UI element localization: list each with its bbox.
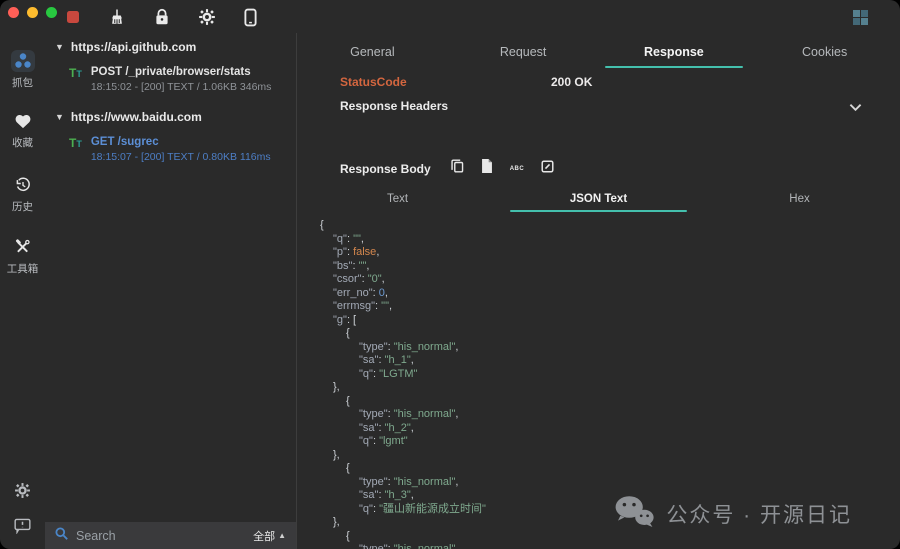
status-code-label: StatusCode	[340, 75, 407, 89]
chevron-down-icon[interactable]	[849, 99, 862, 117]
sidebar-item-favorites[interactable]: 收藏	[11, 110, 35, 150]
capture-dots-icon	[11, 50, 35, 72]
layout-grid-icon[interactable]	[853, 10, 868, 25]
left-rail: 抓包 收藏 历史	[0, 33, 45, 549]
toolbox-hammer-wrench-icon	[11, 236, 35, 258]
copy-icon[interactable]	[451, 159, 464, 178]
watermark: 公众号 · 开源日记	[614, 495, 852, 533]
sidebar-item-toolbox[interactable]: 工具箱	[7, 236, 39, 276]
document-icon[interactable]	[481, 159, 493, 178]
sidebar-item-capture[interactable]: 抓包	[11, 50, 35, 90]
app-window: 抓包 收藏 历史	[0, 0, 900, 549]
request-title: GET /sugrec	[91, 136, 271, 148]
request-group-header[interactable]: ▼ https://www.baidu.com	[45, 103, 296, 130]
stop-capture-button[interactable]	[67, 11, 79, 23]
collapse-triangle-icon[interactable]: ▼	[55, 42, 64, 52]
status-code-value: 200 OK	[551, 75, 592, 89]
tab-text[interactable]: Text	[297, 188, 498, 212]
ssl-lock-icon[interactable]	[152, 7, 172, 27]
settings-gear-icon[interactable]	[197, 7, 217, 27]
status-code-row: StatusCode 200 OK	[340, 75, 407, 89]
encoding-abc-icon[interactable]: ABC	[510, 166, 525, 172]
sidebar-item-label: 历史	[12, 199, 33, 214]
feedback-bubble-icon[interactable]	[14, 518, 31, 539]
watermark-text: 公众号 · 开源日记	[666, 499, 852, 529]
heart-icon	[11, 110, 35, 132]
sidebar-item-label: 抓包	[12, 75, 33, 90]
tab-cookies[interactable]: Cookies	[749, 39, 900, 68]
device-phone-icon[interactable]	[240, 7, 260, 27]
minimize-window-button[interactable]	[27, 7, 38, 18]
app-settings-gear-icon[interactable]	[14, 482, 31, 504]
request-meta: 18:15:02 - [200] TEXT / 1.06KB 346ms	[91, 81, 272, 93]
clear-broom-icon[interactable]	[107, 7, 127, 27]
sidebar-item-label: 工具箱	[7, 261, 39, 276]
search-input[interactable]	[76, 529, 245, 543]
search-filter-dropdown[interactable]: 全部 ▲	[253, 528, 286, 544]
maximize-window-button[interactable]	[46, 7, 57, 18]
history-clock-icon	[11, 174, 35, 196]
detail-panel: General Request Response Cookies StatusC…	[297, 33, 900, 549]
response-body-label: Response Body	[340, 162, 431, 176]
request-row[interactable]: TT POST /_private/browser/stats 18:15:02…	[45, 60, 296, 99]
open-editor-icon[interactable]	[541, 160, 554, 178]
tab-general[interactable]: General	[297, 39, 448, 68]
traffic-lights	[8, 7, 57, 18]
search-icon	[55, 527, 68, 545]
text-type-badge: TT	[69, 67, 82, 80]
request-list: ▼ https://api.github.com TT POST /_priva…	[45, 33, 297, 549]
tab-json-text[interactable]: JSON Text	[498, 188, 699, 212]
wechat-icon	[614, 495, 654, 533]
body-format-tabs: Text JSON Text Hex	[297, 188, 900, 212]
collapse-triangle-icon[interactable]: ▼	[55, 112, 64, 122]
close-window-button[interactable]	[8, 7, 19, 18]
triangle-up-icon: ▲	[278, 531, 286, 540]
request-group-header[interactable]: ▼ https://api.github.com	[45, 33, 296, 60]
detail-tabs: General Request Response Cookies	[297, 39, 900, 68]
tab-response[interactable]: Response	[599, 39, 750, 68]
filter-label: 全部	[253, 528, 275, 544]
search-bar: 全部 ▲	[45, 522, 296, 549]
request-row-selected[interactable]: TT GET /sugrec 18:15:07 - [200] TEXT / 0…	[45, 130, 296, 169]
response-body-row: Response Body ABC	[340, 159, 554, 178]
sidebar-item-label: 收藏	[12, 135, 33, 150]
response-headers-label[interactable]: Response Headers	[340, 99, 448, 113]
request-title: POST /_private/browser/stats	[91, 66, 272, 78]
titlebar	[0, 0, 900, 33]
sidebar-item-history[interactable]: 历史	[11, 174, 35, 214]
tab-hex[interactable]: Hex	[699, 188, 900, 212]
request-meta: 18:15:07 - [200] TEXT / 0.80KB 116ms	[91, 151, 271, 163]
tab-request[interactable]: Request	[448, 39, 599, 68]
text-type-badge: TT	[69, 137, 82, 150]
host-label: https://api.github.com	[71, 40, 196, 54]
host-label: https://www.baidu.com	[71, 110, 202, 124]
